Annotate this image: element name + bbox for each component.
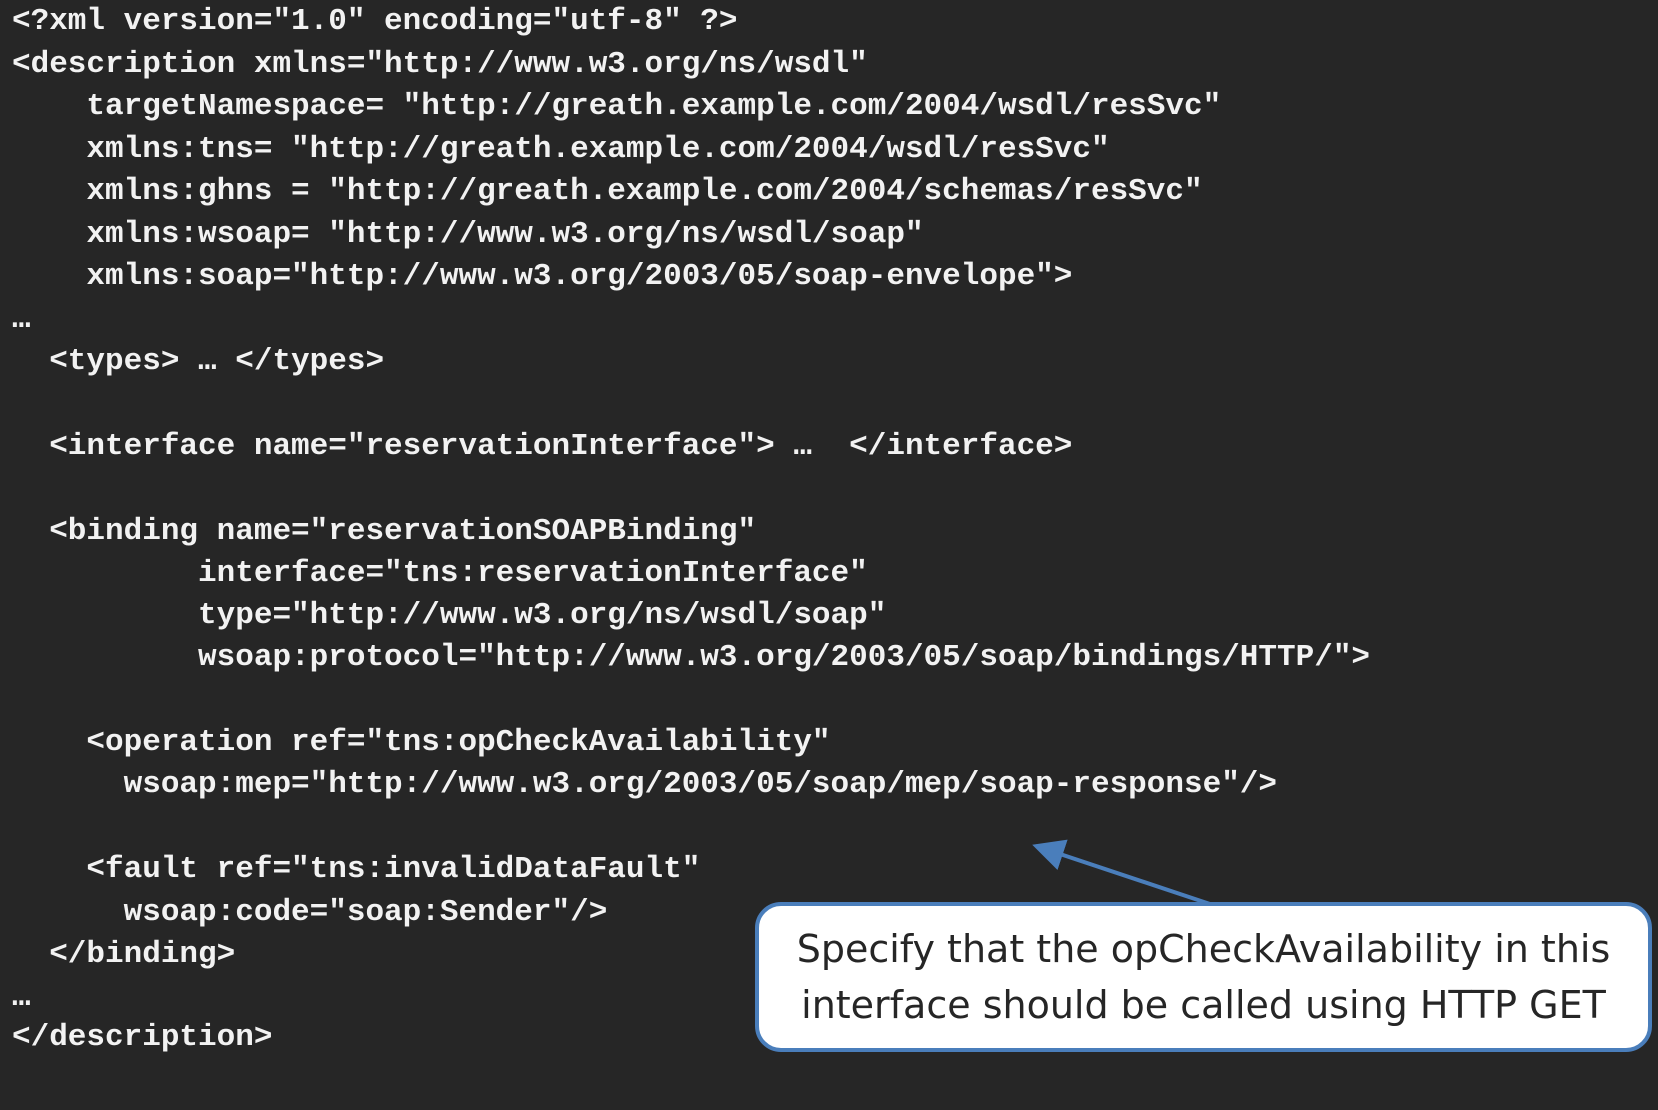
code-line: <interface name="reservationInterface"> …: [12, 429, 1073, 464]
code-line: xmlns:tns= "http://greath.example.com/20…: [12, 132, 1110, 167]
code-line: wsoap:protocol="http://www.w3.org/2003/0…: [12, 640, 1371, 675]
callout-box: Specify that the opCheckAvailability in …: [755, 902, 1652, 1052]
code-line: xmlns:ghns = "http://greath.example.com/…: [12, 174, 1203, 209]
callout-text-line-2: interface should be called using HTTP GE…: [801, 983, 1606, 1027]
code-line: wsoap:code="soap:Sender"/>: [12, 895, 608, 930]
code-line: …: [12, 980, 31, 1015]
code-line: <operation ref="tns:opCheckAvailability": [12, 725, 831, 760]
callout-text-line-1: Specify that the opCheckAvailability in …: [796, 927, 1611, 971]
code-line: interface="tns:reservationInterface": [12, 556, 868, 591]
code-line: xmlns:wsoap= "http://www.w3.org/ns/wsdl/…: [12, 217, 924, 252]
code-line: wsoap:mep="http://www.w3.org/2003/05/soa…: [12, 767, 1278, 802]
code-line: …: [12, 302, 31, 337]
code-line: </description>: [12, 1020, 273, 1055]
code-line: <description xmlns="http://www.w3.org/ns…: [12, 47, 868, 82]
code-line: <?xml version="1.0" encoding="utf-8" ?>: [12, 4, 738, 39]
code-line: type="http://www.w3.org/ns/wsdl/soap": [12, 598, 887, 633]
code-line: <fault ref="tns:invalidDataFault": [12, 852, 701, 887]
code-line: targetNamespace= "http://greath.example.…: [12, 89, 1222, 124]
code-line: </binding>: [12, 937, 236, 972]
code-line: <binding name="reservationSOAPBinding": [12, 514, 757, 549]
code-line: <types> … </types>: [12, 344, 385, 379]
code-line: xmlns:soap="http://www.w3.org/2003/05/so…: [12, 259, 1073, 294]
